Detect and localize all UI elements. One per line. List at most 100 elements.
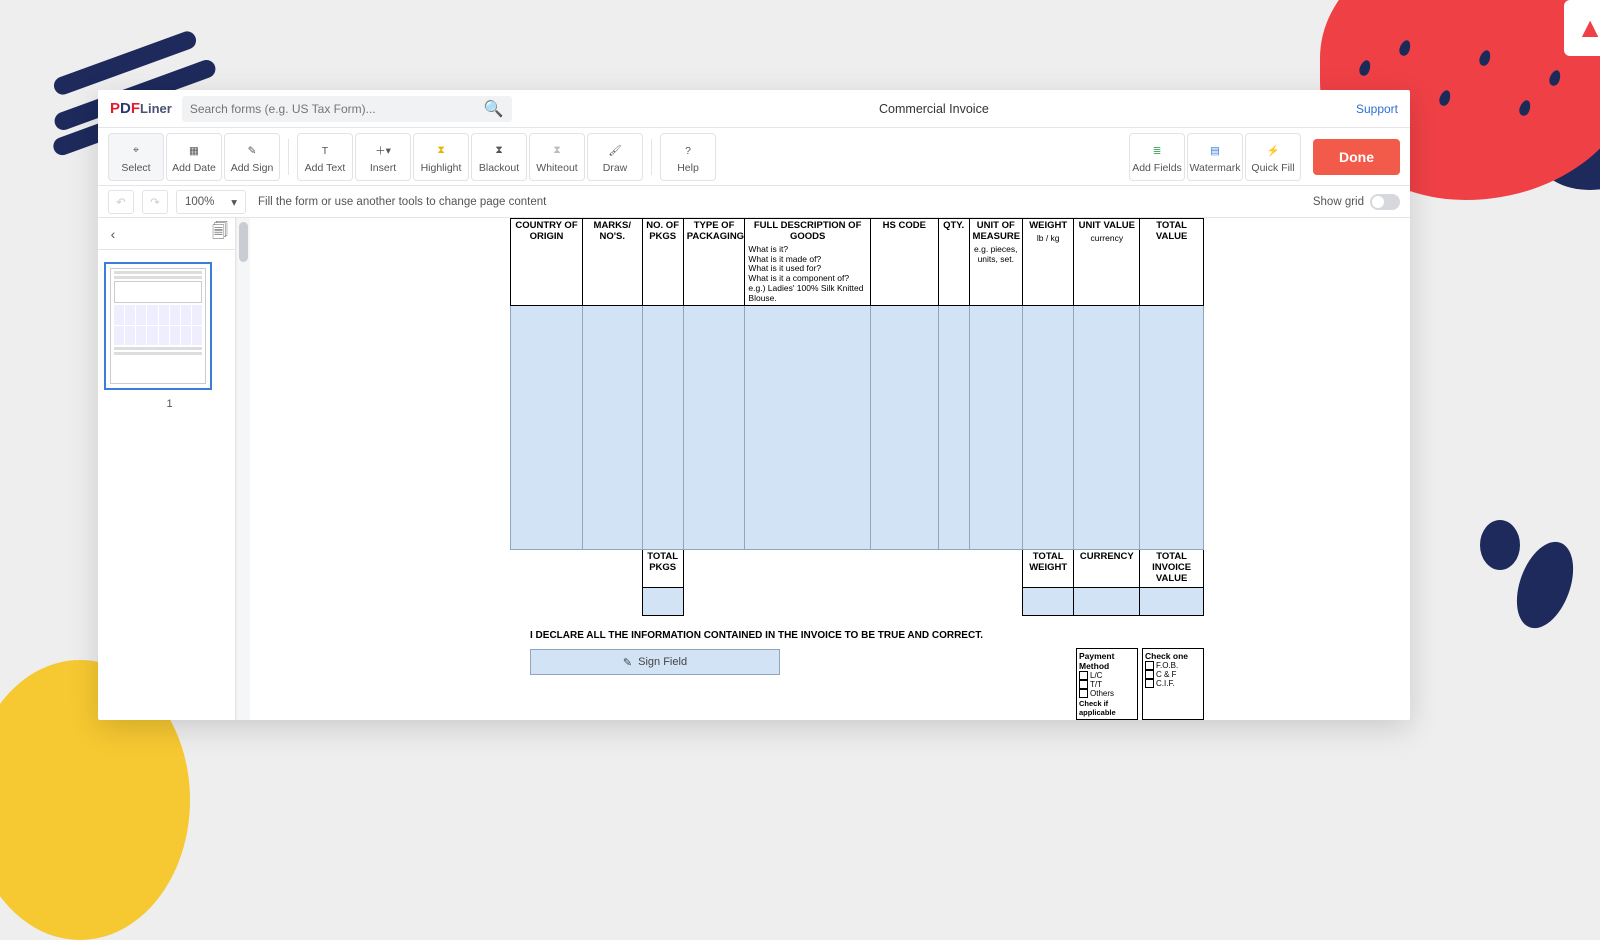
tool-quick-fill[interactable]: ⚡Quick Fill xyxy=(1245,133,1301,181)
tool-insert[interactable]: ＋▾Insert xyxy=(355,133,411,181)
thumbnail-list: 1 xyxy=(98,250,235,720)
toolbar-separator xyxy=(288,139,289,175)
col-packaging: TYPE OF PACKAGING xyxy=(683,219,745,306)
checkbox-fob[interactable] xyxy=(1145,661,1154,670)
sign-field[interactable]: ✎ Sign Field xyxy=(530,649,780,675)
tool-watermark[interactable]: ▤Watermark xyxy=(1187,133,1243,181)
col-hs: HS CODE xyxy=(870,219,938,306)
page-settings-button[interactable]: 🗐 xyxy=(205,220,235,247)
pages-panel: ‹ 🗐 1 xyxy=(98,218,236,720)
tool-draw-label: Draw xyxy=(603,162,628,174)
tool-watermark-label: Watermark xyxy=(1190,162,1241,174)
fields-icon: ≣ xyxy=(1153,140,1162,162)
checkbox-lc[interactable] xyxy=(1079,671,1088,680)
invoice-document: COUNTRY OF ORIGIN MARKS/ NO'S. NO. OF PK… xyxy=(510,218,1204,675)
document-canvas[interactable]: COUNTRY OF ORIGIN MARKS/ NO'S. NO. OF PK… xyxy=(250,218,1410,720)
col-marks: MARKS/ NO'S. xyxy=(582,219,642,306)
tool-add-text[interactable]: TAdd Text xyxy=(297,133,353,181)
checkbox-others[interactable] xyxy=(1079,689,1088,698)
total-weight-label: TOTAL WEIGHT xyxy=(1023,550,1074,588)
total-pkgs-field[interactable] xyxy=(642,588,683,616)
chevron-down-icon: ▾ xyxy=(231,195,237,209)
blackout-icon: ⧗ xyxy=(495,140,502,162)
undo-icon: ↶ xyxy=(116,195,126,209)
cell-country[interactable] xyxy=(511,306,583,550)
cell-uom[interactable] xyxy=(969,306,1022,550)
app-window: PDFLiner 🔍 Commercial Invoice Support ⌖S… xyxy=(98,90,1410,720)
decoration-navy-r xyxy=(1470,520,1590,640)
calendar-icon: ▦ xyxy=(189,140,199,162)
app-logo: PDFLiner xyxy=(110,100,172,117)
tool-add-sign[interactable]: ✎Add Sign xyxy=(224,133,280,181)
tool-blackout[interactable]: ⧗Blackout xyxy=(471,133,527,181)
page-thumbnail-1[interactable] xyxy=(104,262,212,390)
tool-highlight-label: Highlight xyxy=(421,162,462,174)
total-weight-field[interactable] xyxy=(1023,588,1074,616)
support-link[interactable]: Support xyxy=(1356,102,1398,116)
thumbnail-scrollbar[interactable] xyxy=(236,218,250,720)
tool-whiteout-label: Whiteout xyxy=(536,162,577,174)
text-icon: T xyxy=(322,140,328,162)
tool-add-text-label: Add Text xyxy=(305,162,346,174)
col-weight: WEIGHTlb / kg xyxy=(1023,219,1074,306)
col-pkgs: NO. OF PKGS xyxy=(642,219,683,306)
checkbox-cif[interactable] xyxy=(1145,679,1154,688)
redo-button[interactable]: ↷ xyxy=(142,190,168,214)
search-input[interactable] xyxy=(190,102,484,116)
tool-quick-fill-label: Quick Fill xyxy=(1251,162,1294,174)
tool-add-date[interactable]: ▦Add Date xyxy=(166,133,222,181)
tool-help-label: Help xyxy=(677,162,699,174)
watermark-icon: ▤ xyxy=(1210,140,1220,162)
checkbox-cf[interactable] xyxy=(1145,670,1154,679)
tool-insert-label: Insert xyxy=(370,162,396,174)
tool-highlight[interactable]: ⧗Highlight xyxy=(413,133,469,181)
tool-add-fields-label: Add Fields xyxy=(1132,162,1182,174)
tool-add-fields[interactable]: ≣Add Fields xyxy=(1129,133,1185,181)
cell-total-value[interactable] xyxy=(1140,306,1204,550)
zoom-select[interactable]: 100%▾ xyxy=(176,190,246,214)
col-total-value: TOTAL VALUE xyxy=(1140,219,1204,306)
work-area: ‹ 🗐 1 xyxy=(98,218,1410,720)
signature-icon: ✎ xyxy=(248,140,257,162)
page-gear-icon: 🗐 xyxy=(212,223,228,240)
invoice-data-row xyxy=(511,306,1204,550)
cell-packaging[interactable] xyxy=(683,306,745,550)
check-one-header: Check one xyxy=(1145,651,1201,661)
tool-whiteout[interactable]: ⧗Whiteout xyxy=(529,133,585,181)
tool-add-date-label: Add Date xyxy=(172,162,216,174)
done-button[interactable]: Done xyxy=(1313,139,1400,175)
lightning-icon: ⚡ xyxy=(1266,140,1279,162)
highlight-icon: ⧗ xyxy=(437,140,444,162)
search-box[interactable]: 🔍 xyxy=(182,96,512,122)
tool-select-label: Select xyxy=(121,162,150,174)
declaration-text: I DECLARE ALL THE INFORMATION CONTAINED … xyxy=(510,616,1204,649)
undo-button[interactable]: ↶ xyxy=(108,190,134,214)
cell-marks[interactable] xyxy=(582,306,642,550)
payment-method-box: Payment Method L/C T/T Others Check if a… xyxy=(1076,648,1138,720)
payment-method-header: Payment Method xyxy=(1079,651,1135,671)
cell-weight[interactable] xyxy=(1023,306,1074,550)
currency-field[interactable] xyxy=(1074,588,1140,616)
checkbox-tt[interactable] xyxy=(1079,680,1088,689)
show-grid-label: Show grid xyxy=(1313,196,1364,208)
question-icon: ? xyxy=(685,140,691,162)
redo-icon: ↷ xyxy=(150,195,160,209)
bottom-options: Payment Method L/C T/T Others Check if a… xyxy=(1076,648,1204,720)
tool-select[interactable]: ⌖Select xyxy=(108,133,164,181)
topbar: PDFLiner 🔍 Commercial Invoice Support xyxy=(98,90,1410,128)
panel-back-button[interactable]: ‹ xyxy=(98,226,128,242)
tool-help[interactable]: ?Help xyxy=(660,133,716,181)
cell-description[interactable] xyxy=(745,306,870,550)
invoice-table: COUNTRY OF ORIGIN MARKS/ NO'S. NO. OF PK… xyxy=(510,218,1204,616)
cell-qty[interactable] xyxy=(938,306,969,550)
tool-add-sign-label: Add Sign xyxy=(231,162,274,174)
col-qty: QTY. xyxy=(938,219,969,306)
tool-draw[interactable]: 🖌Draw xyxy=(587,133,643,181)
brush-icon: 🖌 xyxy=(608,140,621,162)
cell-hs[interactable] xyxy=(870,306,938,550)
total-invoice-field[interactable] xyxy=(1140,588,1204,616)
sign-icon: ✎ xyxy=(623,656,632,669)
cell-pkgs[interactable] xyxy=(642,306,683,550)
cell-unit-value[interactable] xyxy=(1074,306,1140,550)
show-grid-toggle[interactable] xyxy=(1370,194,1400,210)
